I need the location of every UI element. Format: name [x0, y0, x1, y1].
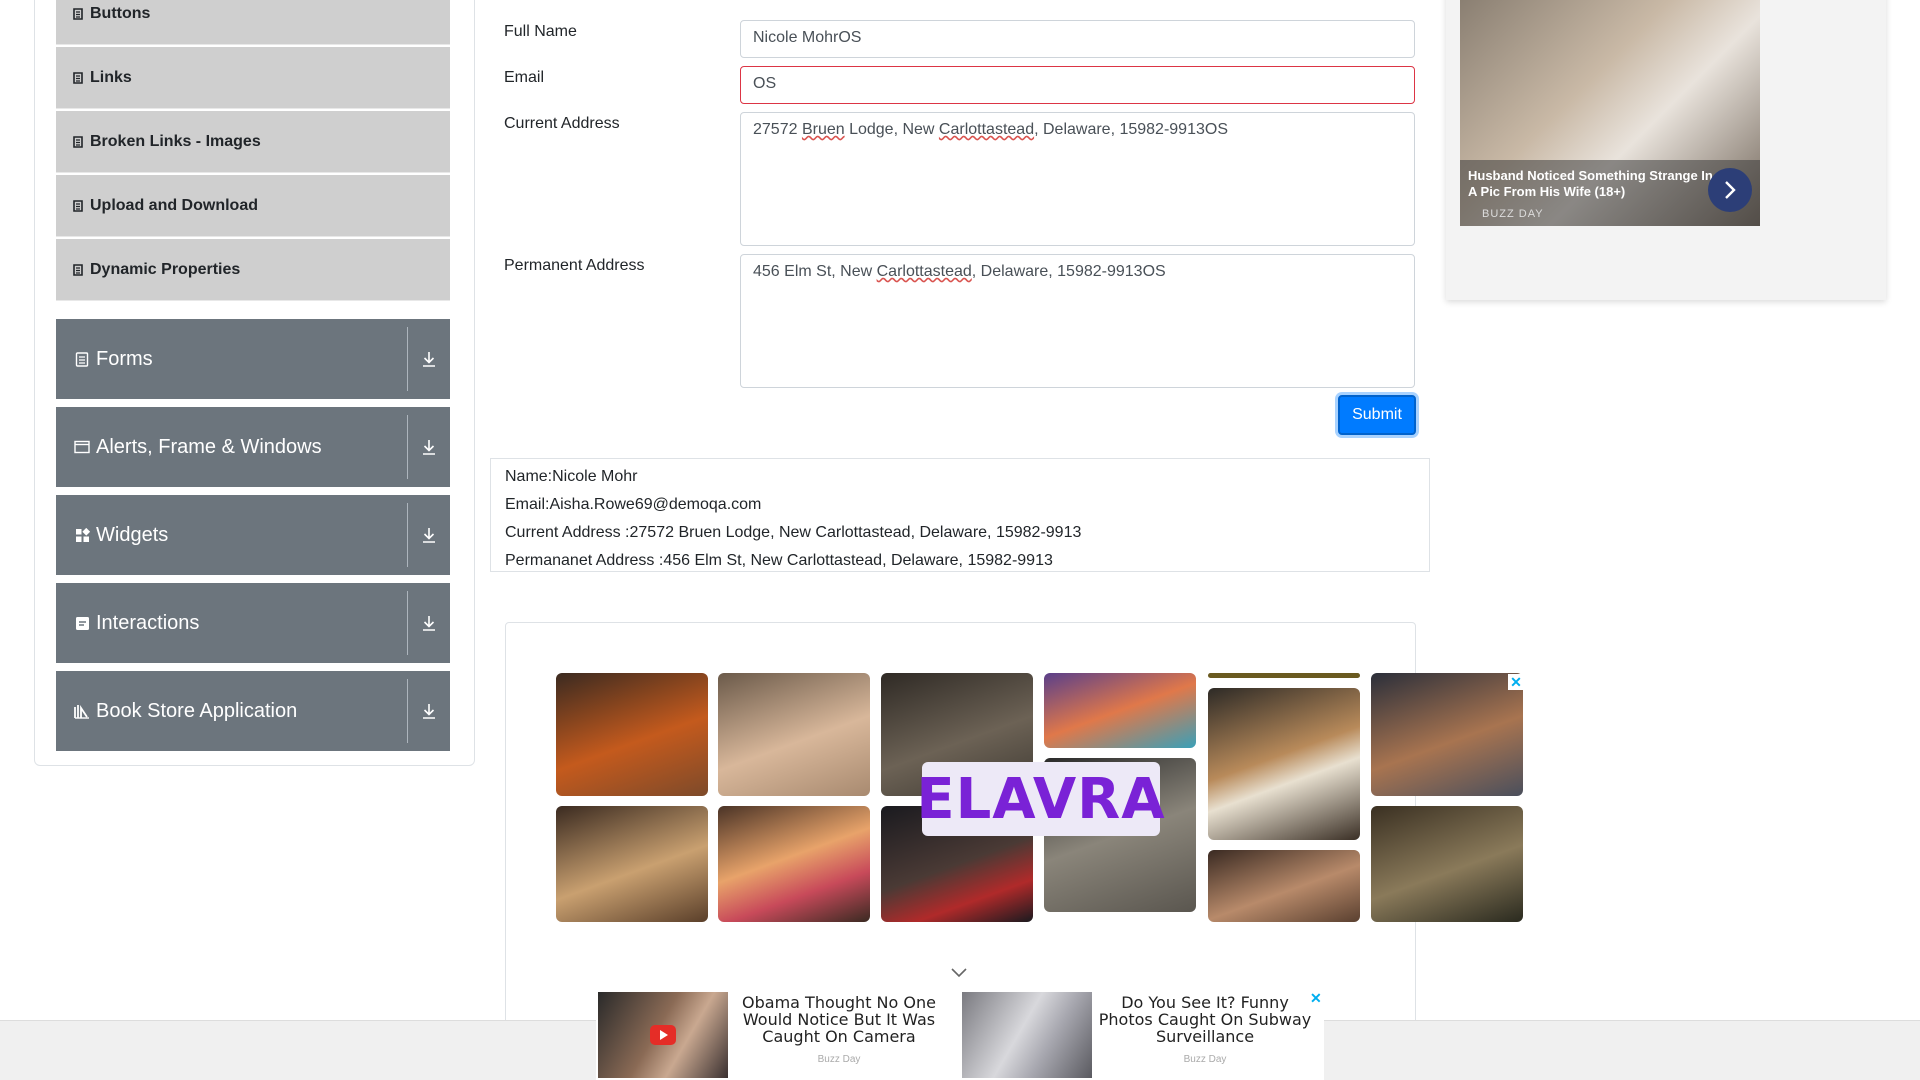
ad-image-tile [1208, 673, 1360, 678]
group-divider [407, 503, 408, 567]
ad-source: BUZZ DAY [1482, 208, 1544, 220]
banner-left-source: Buzz Day [817, 1054, 861, 1065]
sidebar-item-links[interactable]: Links [56, 47, 450, 109]
bottom-banner-ad[interactable]: Obama Thought No One Would Notice But It… [596, 990, 1324, 1080]
widgets-icon [74, 527, 90, 543]
ad-image-tile [718, 806, 870, 922]
sidebar-item-label: Buttons [90, 4, 151, 22]
sidebar-item-label: Upload and Download [90, 196, 258, 214]
download-icon[interactable] [416, 697, 442, 725]
ad-image-tile [556, 806, 708, 922]
output-box: Name:Nicole Mohr Email:Aisha.Rowe69@demo… [490, 458, 1430, 572]
download-icon[interactable] [416, 609, 442, 637]
ad-brand-logo: ELAVRA [916, 762, 1165, 836]
permanent-address-textarea[interactable]: 456 Elm St, New Carlottastead, Delaware,… [740, 254, 1415, 388]
sidebar-item-dynamic-properties[interactable]: Dynamic Properties [56, 239, 450, 301]
sidebar-group-book-store[interactable]: Book Store Application [56, 671, 450, 751]
sidebar-item-upload-download[interactable]: Upload and Download [56, 175, 450, 237]
current-address-label: Current Address [504, 115, 620, 132]
full-name-value: Nicole MohrOS [753, 29, 862, 46]
email-label: Email [504, 69, 545, 86]
sidebar-group-label: Book Store Application [96, 699, 298, 722]
group-divider [407, 415, 408, 479]
email-field[interactable]: OS [740, 66, 1415, 104]
output-permanent-address: Permananet Address :456 Elm St, New Carl… [505, 552, 1053, 569]
ad-image-tile [1208, 850, 1360, 922]
permanent-address-label: Permanent Address [504, 257, 645, 274]
output-email: Email:Aisha.Rowe69@demoqa.com [505, 496, 762, 513]
window-icon [74, 439, 90, 455]
sidebar-group-forms[interactable]: Forms [56, 319, 450, 399]
document-icon [72, 7, 84, 21]
banner-image-left [598, 992, 728, 1078]
sidebar-group-label: Forms [96, 347, 153, 370]
download-icon[interactable] [416, 345, 442, 373]
ad-image-tile [1208, 688, 1360, 840]
group-divider [407, 679, 408, 743]
download-icon[interactable] [416, 521, 442, 549]
sidebar-item-label: Links [90, 68, 132, 86]
ad-image-tile [1371, 806, 1523, 922]
ad-image-tile [556, 673, 708, 796]
submit-button[interactable]: Submit [1338, 395, 1416, 435]
current-address-textarea[interactable]: 27572 Bruen Lodge, New Carlottastead, De… [740, 112, 1415, 246]
document-icon [72, 263, 84, 277]
ad-right[interactable]: Husband Noticed Something Strange In A P… [1446, 0, 1886, 300]
group-divider [407, 327, 408, 391]
full-name-label: Full Name [504, 23, 577, 40]
banner-image-right [962, 992, 1092, 1078]
sidebar-group-alerts[interactable]: Alerts, Frame & Windows [56, 407, 450, 487]
group-divider [407, 591, 408, 655]
sidebar-group-label: Interactions [96, 611, 200, 634]
current-address-text: 27572 Bruen Lodge, New Carlottastead, De… [753, 121, 1228, 138]
sidebar-group-label: Widgets [96, 523, 169, 546]
page: Buttons Links Broken Links - Images Uplo… [0, 0, 1920, 1080]
close-icon[interactable]: ✕ [1310, 990, 1322, 1007]
sidebar-group-widgets[interactable]: Widgets [56, 495, 450, 575]
book-icon [74, 703, 90, 719]
ad-headline: Husband Noticed Something Strange In A P… [1468, 168, 1713, 199]
document-icon [72, 199, 84, 213]
ad-image-tile [1044, 673, 1196, 748]
ad-image-tile [1371, 673, 1523, 796]
sidebar-item-broken-links[interactable]: Broken Links - Images [56, 111, 450, 173]
interactions-icon [74, 615, 90, 631]
chevron-down-icon[interactable] [950, 966, 968, 980]
banner-left-headline: Obama Thought No One Would Notice But It… [742, 993, 936, 1046]
sidebar-item-buttons[interactable]: Buttons [56, 0, 450, 45]
document-icon [72, 71, 84, 85]
clipboard-icon [74, 351, 90, 367]
full-name-field[interactable]: Nicole MohrOS [740, 20, 1415, 58]
sidebar-item-label: Dynamic Properties [90, 260, 241, 278]
sidebar-group-interactions[interactable]: Interactions [56, 583, 450, 663]
play-icon [650, 1025, 676, 1045]
sidebar-item-label: Broken Links - Images [90, 132, 261, 150]
output-current-address: Current Address :27572 Bruen Lodge, New … [505, 524, 1082, 541]
left-sidebar: Buttons Links Broken Links - Images Uplo… [34, 0, 475, 766]
download-icon[interactable] [416, 433, 442, 461]
ad-image-tile [718, 673, 870, 796]
banner-right-source: Buzz Day [1183, 1054, 1227, 1065]
banner-right-headline: Do You See It? Funny Photos Caught On Su… [1098, 993, 1312, 1046]
permanent-address-text: 456 Elm St, New Carlottastead, Delaware,… [753, 263, 1166, 280]
document-icon [72, 135, 84, 149]
output-name: Name:Nicole Mohr [505, 468, 638, 485]
sidebar-group-label: Alerts, Frame & Windows [96, 435, 322, 458]
chevron-right-icon[interactable] [1708, 168, 1752, 212]
close-icon[interactable]: ✕ [1508, 674, 1524, 690]
email-value: OS [753, 75, 777, 92]
